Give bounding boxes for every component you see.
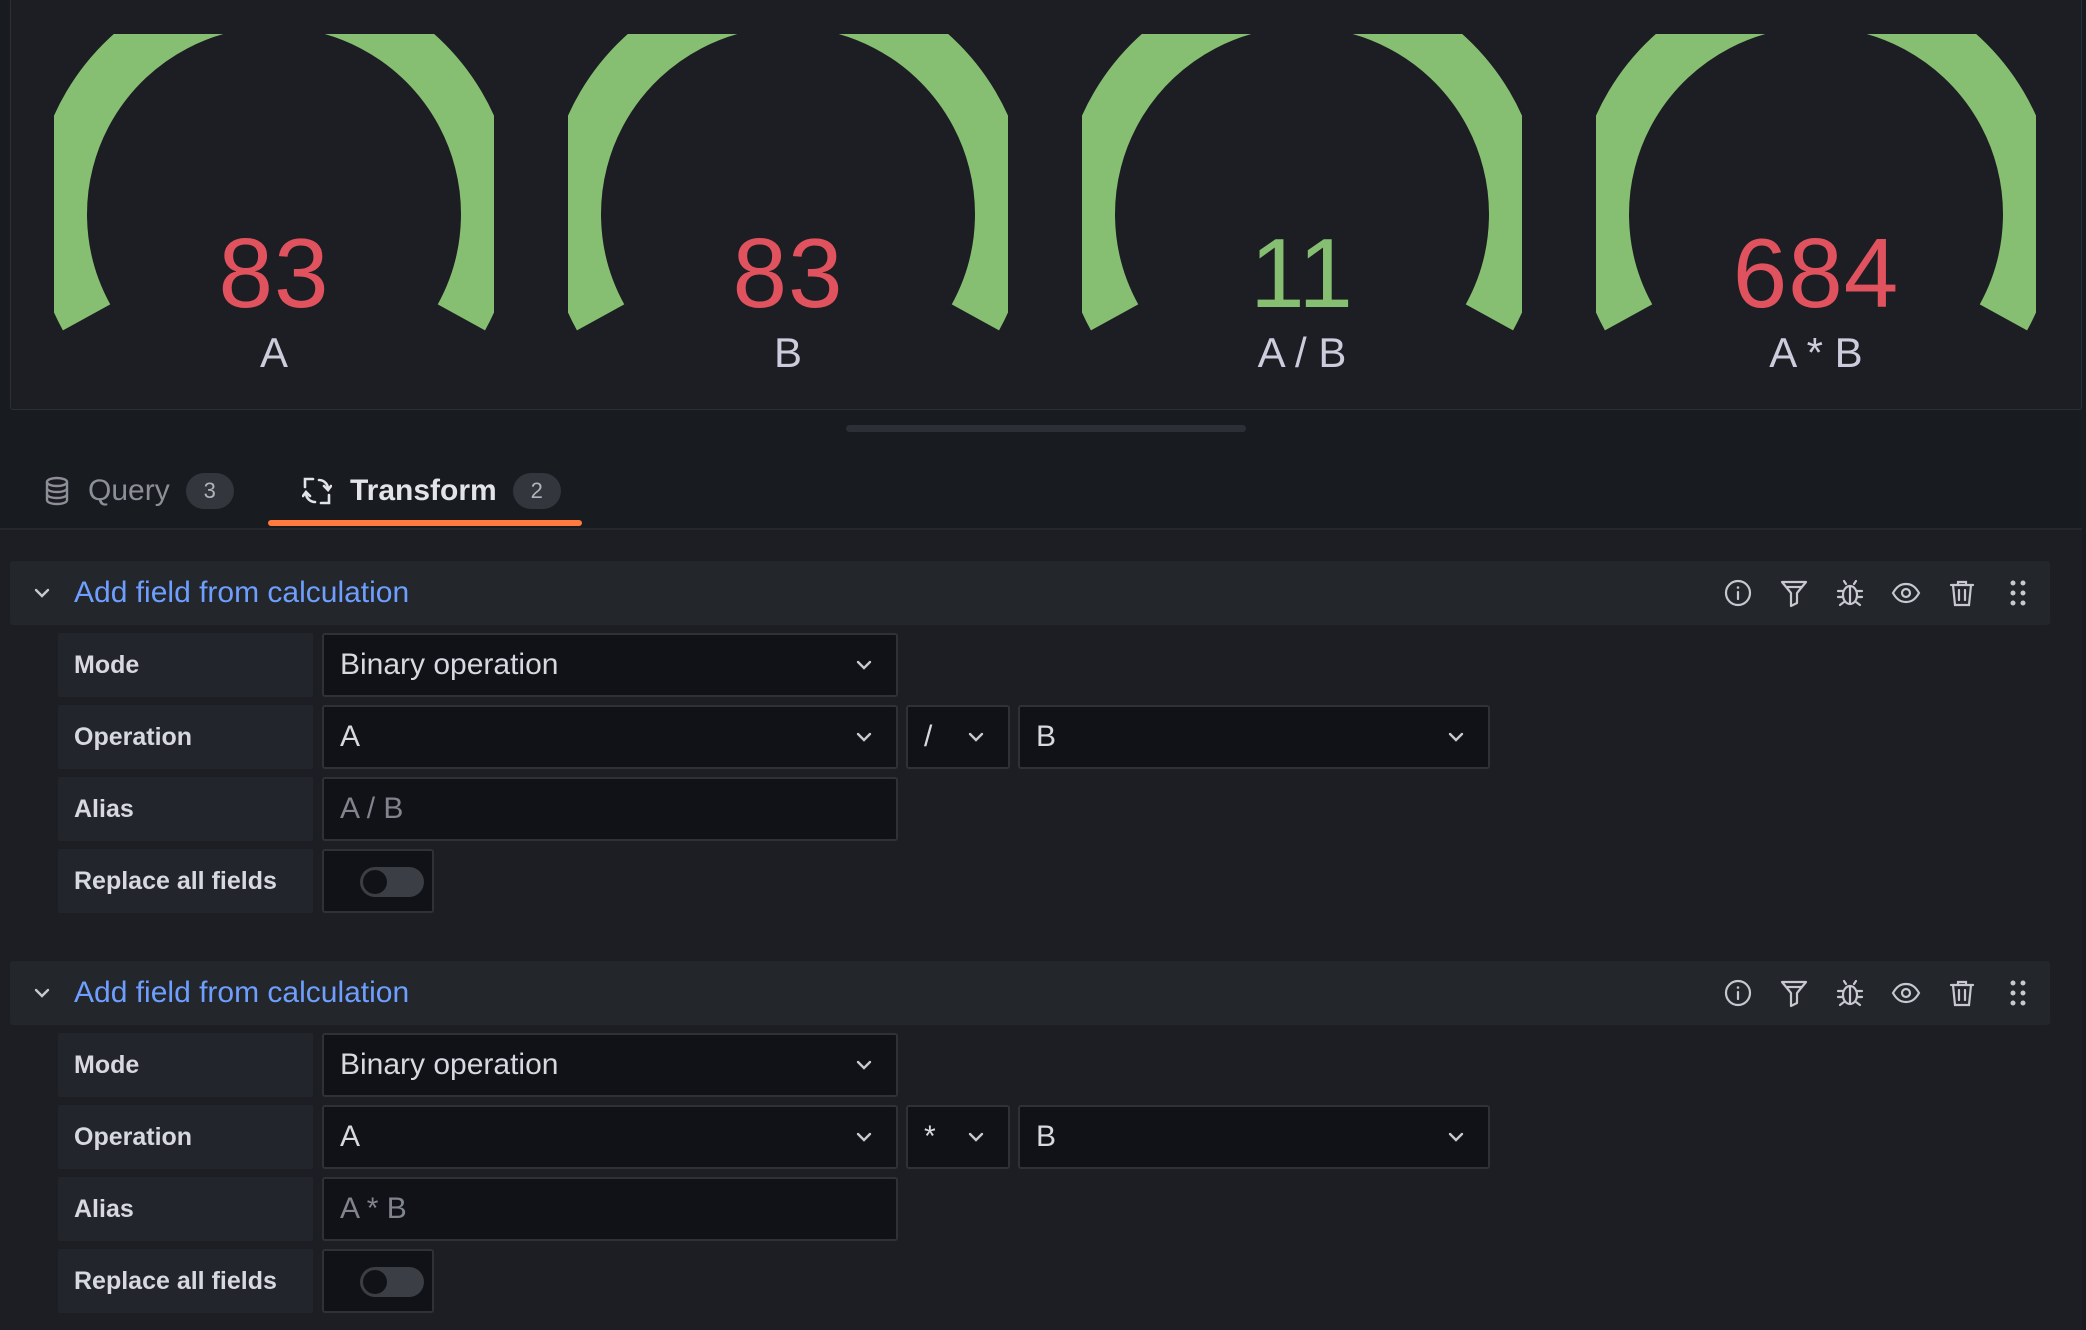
tab-label: Transform — [350, 474, 497, 507]
editor-tabs: Query 3 Transform 2 — [0, 458, 2086, 528]
trash-icon[interactable] — [1934, 565, 1990, 621]
toggle-knob — [363, 870, 387, 894]
mode-select[interactable]: Binary operation — [322, 633, 898, 697]
tab-transform[interactable]: Transform 2 — [302, 458, 561, 524]
right-operand-select[interactable]: B — [1018, 705, 1490, 769]
chevron-down-icon — [968, 732, 984, 742]
debug-icon[interactable] — [1822, 565, 1878, 621]
replace-label: Replace all fields — [58, 1249, 313, 1313]
gauge-label: A / B — [1257, 329, 1347, 376]
alias-label: Alias — [58, 777, 313, 841]
drag-handle-icon[interactable] — [1990, 565, 2046, 621]
gauge-label: B — [773, 329, 802, 376]
right-operand-select[interactable]: B — [1018, 1105, 1490, 1169]
transformation-header[interactable]: Add field from calculation — [10, 561, 2050, 625]
operator-value: / — [924, 720, 933, 753]
info-icon[interactable] — [1710, 965, 1766, 1021]
right-operand-value: B — [1036, 1120, 1057, 1153]
transform-icon — [302, 476, 332, 506]
replace-all-toggle[interactable] — [322, 1249, 434, 1313]
left-operand-value: A — [340, 720, 361, 753]
chevron-down-icon — [856, 1132, 872, 1142]
mode-label: Mode — [58, 633, 313, 697]
debug-icon[interactable] — [1822, 965, 1878, 1021]
transformation-title[interactable]: Add field from calculation — [74, 561, 409, 625]
gauge-a-times-b: 684 A * B — [1596, 34, 2036, 384]
chevron-down-icon — [1448, 732, 1464, 742]
mode-select-value: Binary operation — [340, 648, 559, 681]
chevron-down-icon — [856, 732, 872, 742]
transformation-header[interactable]: Add field from calculation — [10, 961, 2050, 1025]
operator-select[interactable]: / — [906, 705, 1010, 769]
pane-resize-handle[interactable] — [846, 425, 1246, 432]
tab-count-badge: 3 — [185, 473, 234, 509]
gauge-value: 11 — [1250, 218, 1354, 328]
gauge-label: A — [259, 329, 288, 376]
mode-label: Mode — [58, 1033, 313, 1097]
tab-count-badge: 2 — [512, 473, 561, 509]
operation-label: Operation — [58, 705, 313, 769]
alias-input[interactable]: A * B — [322, 1177, 898, 1241]
gauge-b: 83 B — [568, 34, 1008, 384]
transformation-title[interactable]: Add field from calculation — [74, 961, 409, 1025]
drag-handle-icon[interactable] — [1990, 965, 2046, 1021]
mode-select-value: Binary operation — [340, 1048, 559, 1081]
trash-icon[interactable] — [1934, 965, 1990, 1021]
operator-value: * — [924, 1120, 936, 1153]
filter-icon[interactable] — [1766, 565, 1822, 621]
mode-select[interactable]: Binary operation — [322, 1033, 898, 1097]
gauge-a: 83 A — [54, 34, 494, 384]
operation-label: Operation — [58, 1105, 313, 1169]
tab-query[interactable]: Query 3 — [44, 458, 234, 524]
alias-label: Alias — [58, 1177, 313, 1241]
alias-input[interactable]: A / B — [322, 777, 898, 841]
gauge-value: 684 — [1732, 218, 1900, 328]
left-operand-select[interactable]: A — [322, 1105, 898, 1169]
toggle-switch[interactable] — [360, 867, 424, 897]
active-tab-indicator — [268, 520, 582, 526]
toggle-knob — [363, 1270, 387, 1294]
eye-icon[interactable] — [1878, 965, 1934, 1021]
gauge-a-div-b: 11 A / B — [1082, 34, 1522, 384]
chevron-down-icon[interactable] — [28, 979, 56, 1007]
gauge-value: 83 — [732, 218, 844, 328]
transformation-actions — [1710, 561, 2046, 625]
chevron-down-icon — [856, 1060, 872, 1070]
chevron-down-icon[interactable] — [28, 579, 56, 607]
alias-placeholder: A * B — [340, 1192, 407, 1225]
operator-select[interactable]: * — [906, 1105, 1010, 1169]
right-operand-value: B — [1036, 720, 1057, 753]
transformation-actions — [1710, 961, 2046, 1025]
filter-icon[interactable] — [1766, 965, 1822, 1021]
chevron-down-icon — [856, 660, 872, 670]
eye-icon[interactable] — [1878, 565, 1934, 621]
left-operand-value: A — [340, 1120, 361, 1153]
gauge-value: 83 — [218, 218, 330, 328]
database-icon — [44, 476, 70, 506]
chevron-down-icon — [1448, 1132, 1464, 1142]
toggle-switch[interactable] — [360, 1267, 424, 1297]
info-icon[interactable] — [1710, 565, 1766, 621]
panel: 83 A 83 B 11 A / B 684 A * B — [10, 0, 2082, 410]
replace-all-toggle[interactable] — [322, 849, 434, 913]
tab-label: Query — [88, 474, 170, 507]
left-operand-select[interactable]: A — [322, 705, 898, 769]
chevron-down-icon — [968, 1132, 984, 1142]
replace-label: Replace all fields — [58, 849, 313, 913]
gauge-label: A * B — [1769, 329, 1863, 376]
alias-placeholder: A / B — [340, 792, 404, 825]
